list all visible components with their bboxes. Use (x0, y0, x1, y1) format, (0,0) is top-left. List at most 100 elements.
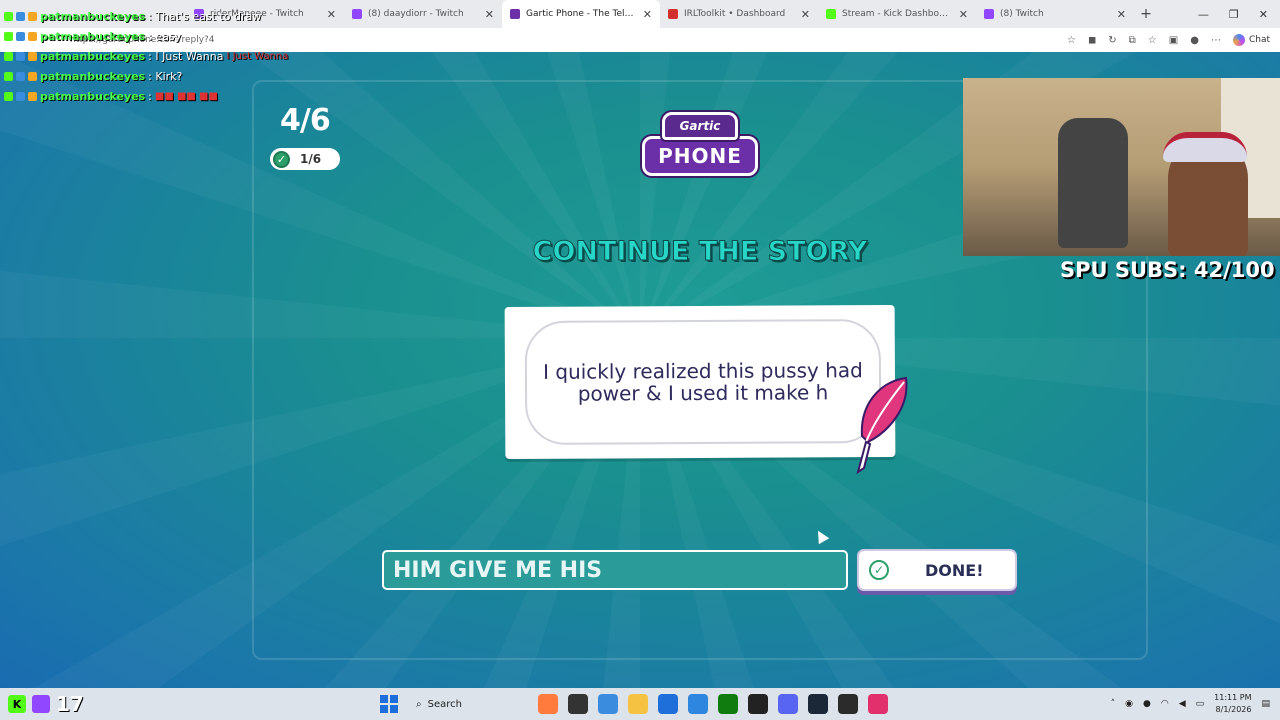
logo-main-text: PHONE (642, 136, 758, 176)
close-icon[interactable]: ✕ (801, 8, 810, 21)
minimize-icon[interactable]: — (1198, 8, 1209, 21)
chat-message: patmanbuckeyes : That's east to draw (4, 6, 334, 26)
instagram-icon[interactable] (868, 694, 888, 714)
chat-username: patmanbuckeyes (40, 29, 146, 43)
chat-message: patmanbuckeyes : Kirk? (4, 66, 334, 86)
sub-badge-icon (28, 91, 37, 101)
streamer-hat (1163, 132, 1247, 162)
chat-username: patmanbuckeyes (40, 49, 146, 63)
taskbar-apps: ⌕ Search (380, 692, 888, 716)
chat-text: : easy (148, 29, 182, 43)
tab-label: IRLToolkit • Dashboard (684, 9, 786, 19)
maximize-icon[interactable]: ❐ (1229, 8, 1239, 21)
twitch-icon (984, 9, 994, 19)
gartic-icon (510, 9, 520, 19)
chat-message: patmanbuckeyes : easy (4, 26, 334, 46)
obs-icon[interactable] (838, 694, 858, 714)
kick-icon: K (8, 695, 26, 713)
platform-badge-icon (16, 51, 25, 61)
taskbar-app-icon[interactable] (748, 694, 768, 714)
kick-badge-icon (4, 71, 13, 81)
close-icon[interactable]: ✕ (485, 8, 494, 21)
tab-label: (8) daaydiorr - Twitch (368, 9, 464, 19)
tab-irltoolkit[interactable]: IRLToolkit • Dashboard ✕ (660, 0, 818, 28)
check-icon: ✓ (273, 150, 290, 168)
collections-icon[interactable]: ▣ (1169, 35, 1178, 46)
windows-taskbar: K 17 ⌕ Search ˄ ◉ ● ◠ ◀ ▭ 11:11 PM 8/1/2… (0, 688, 1280, 720)
close-icon[interactable]: ✕ (643, 8, 652, 21)
profile-avatar[interactable]: ● (1190, 35, 1199, 46)
tab-twitch-3[interactable]: (8) Twitch ✕ (976, 0, 1134, 28)
webcam-feed (963, 78, 1280, 256)
chat-emote: I Just Wanna (226, 50, 289, 62)
window-controls: — ❐ ✕ (1198, 8, 1280, 21)
tab-twitch-2[interactable]: (8) daaydiorr - Twitch ✕ (344, 0, 502, 28)
file-explorer-icon[interactable] (628, 694, 648, 714)
story-card-frame: I quickly realized this pussy had power … (524, 319, 882, 445)
steam-icon[interactable] (808, 694, 828, 714)
taskbar-app-icon[interactable] (658, 694, 678, 714)
done-button[interactable]: ✓ DONE! (857, 549, 1017, 591)
network-icon[interactable]: ◉ (1125, 699, 1133, 709)
chat-message: patmanbuckeyes : ■■ ■■ ■■ (4, 86, 334, 106)
edge-browser-icon[interactable] (688, 694, 708, 714)
copilot-app-icon[interactable] (598, 694, 618, 714)
microphone-icon[interactable]: ● (1143, 699, 1151, 709)
refresh-icon[interactable]: ↻ (1108, 35, 1116, 46)
platform-badge-icon (16, 91, 25, 101)
taskbar-app-icon[interactable] (538, 694, 558, 714)
tab-gartic-phone[interactable]: Gartic Phone - The Telephone ✕ (502, 0, 660, 28)
chevron-up-icon[interactable]: ˄ (1111, 699, 1116, 709)
taskbar-app-icon[interactable] (568, 694, 588, 714)
split-screen-icon[interactable]: ⧉ (1129, 35, 1136, 46)
platform-badge-icon (16, 31, 25, 41)
taskbar-search[interactable]: ⌕ Search (408, 692, 528, 716)
twitch-icon (32, 695, 50, 713)
chat-text: : Kirk? (148, 69, 183, 83)
stream-widgets: K 17 (0, 692, 84, 716)
wifi-icon[interactable]: ◠ (1161, 699, 1169, 709)
done-button-label: DONE! (925, 560, 984, 580)
check-icon: ✓ (869, 560, 889, 580)
favorites-icon[interactable]: ☆ (1148, 35, 1157, 46)
volume-icon[interactable]: ◀ (1179, 699, 1186, 709)
clock-date: 8/1/2026 (1215, 705, 1252, 714)
windows-start-icon[interactable] (380, 695, 398, 713)
chat-text: : I Just Wanna (148, 49, 224, 63)
search-label: Search (427, 698, 462, 710)
close-icon[interactable]: ✕ (1117, 8, 1126, 21)
new-tab-button[interactable]: + (1134, 6, 1158, 22)
gaming-chair (1058, 118, 1128, 248)
players-done-badge: ✓ 1/6 (270, 148, 340, 170)
xbox-icon[interactable] (718, 694, 738, 714)
kick-badge-icon (4, 91, 13, 101)
clock[interactable]: 11:11 PM 8/1/2026 (1214, 692, 1251, 716)
notifications-icon[interactable]: ▤ (1261, 699, 1270, 709)
kick-badge-icon (4, 31, 13, 41)
platform-badge-icon (16, 71, 25, 81)
favorite-star-icon[interactable]: ☆ (1067, 35, 1076, 46)
tab-label: Stream - Kick Dashboard (842, 9, 953, 19)
discord-icon[interactable] (778, 694, 798, 714)
close-icon[interactable]: ✕ (959, 8, 968, 21)
tab-kick-dashboard[interactable]: Stream - Kick Dashboard ✕ (818, 0, 976, 28)
close-window-icon[interactable]: ✕ (1259, 8, 1268, 21)
kick-badge-icon (4, 51, 13, 61)
copilot-icon (1232, 34, 1245, 46)
chat-text: : That's east to draw (148, 9, 262, 23)
gartic-phone-logo: PHONE Gartic (640, 108, 760, 180)
copilot-chat-button[interactable]: Chat (1232, 34, 1270, 46)
sub-badge-icon (28, 11, 37, 21)
extension-icon[interactable]: ◼ (1088, 35, 1096, 46)
kick-icon (826, 9, 836, 19)
stream-chat-overlay: patmanbuckeyes : That's east to draw pat… (4, 6, 334, 106)
chat-emote: ■■ ■■ ■■ (154, 90, 218, 102)
battery-icon[interactable]: ▭ (1196, 699, 1205, 709)
story-answer-input[interactable]: HIM GIVE ME HIS (382, 550, 848, 590)
chat-message: patmanbuckeyes : I Just Wanna I Just Wan… (4, 46, 334, 66)
more-menu-icon[interactable]: ⋯ (1211, 35, 1221, 46)
kick-badge-icon (4, 11, 13, 21)
platform-badge-icon (16, 11, 25, 21)
chat-username: patmanbuckeyes (40, 89, 146, 103)
chat-text: : (148, 89, 152, 103)
